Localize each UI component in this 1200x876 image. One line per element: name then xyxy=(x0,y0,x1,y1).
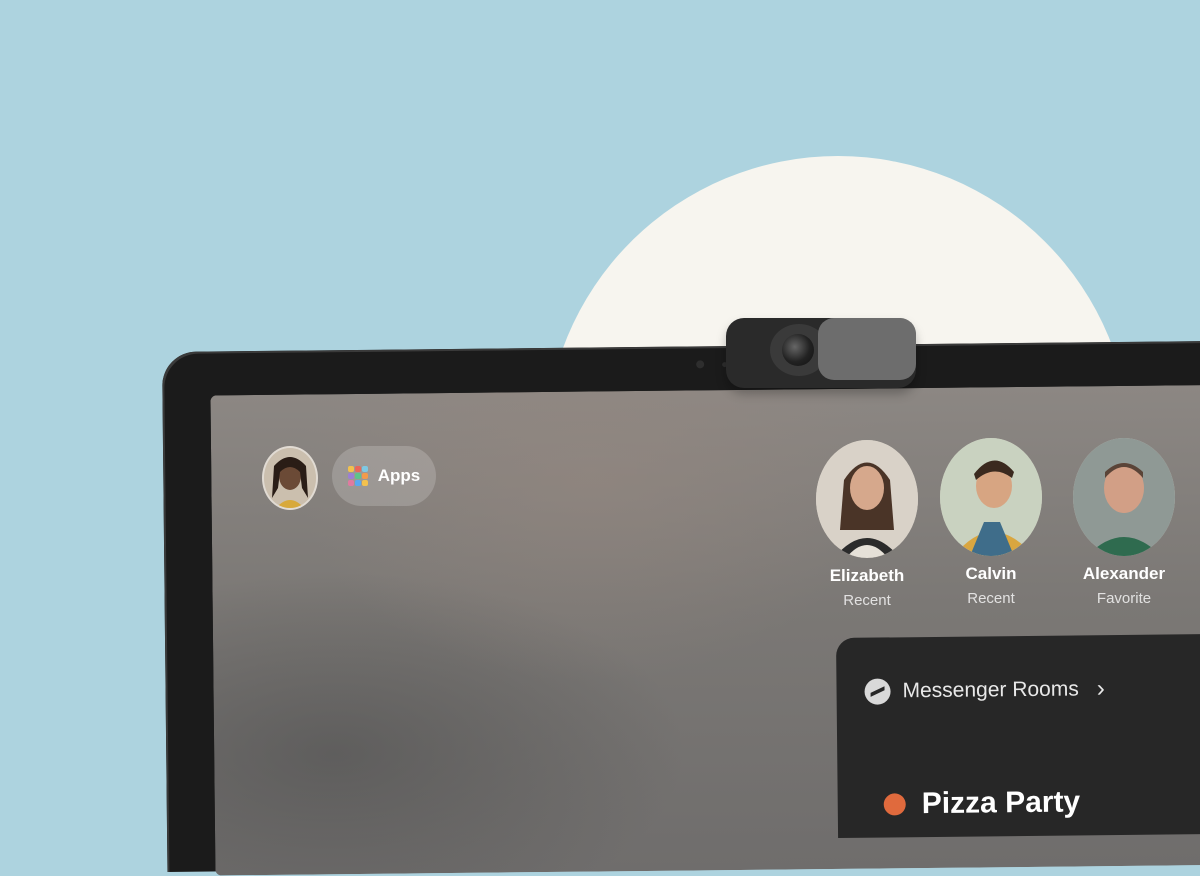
contact-status: Recent xyxy=(967,590,1015,607)
sensor-dot xyxy=(696,360,705,369)
contact-status: Favorite xyxy=(1096,590,1152,607)
contact-card[interactable]: Alexander Favorite xyxy=(1064,438,1184,607)
contact-photo xyxy=(1073,438,1175,556)
pizza-icon xyxy=(883,793,906,816)
apps-button[interactable]: Apps xyxy=(332,446,436,506)
chevron-right-icon: › xyxy=(1096,675,1105,703)
contact-status: Recent xyxy=(843,592,891,609)
contact-name: Alexander xyxy=(1082,564,1166,583)
privacy-shutter[interactable] xyxy=(818,318,916,380)
contact-name: Elizabeth xyxy=(829,566,905,585)
contact-photo xyxy=(940,438,1042,556)
webcam xyxy=(726,318,916,388)
apps-grid-icon xyxy=(347,466,368,486)
room-name: Pizza Party xyxy=(921,785,1081,821)
contact-card[interactable]: Elizabeth Recent xyxy=(807,440,927,609)
camera-lens xyxy=(782,334,814,366)
messenger-icon xyxy=(864,678,891,705)
apps-label: Apps xyxy=(377,466,421,485)
contact-photo xyxy=(816,440,918,558)
rooms-title: Messenger Rooms xyxy=(902,677,1079,703)
profile-avatar[interactable] xyxy=(262,446,318,510)
messenger-rooms-card[interactable]: Messenger Rooms › Pizza Party xyxy=(836,633,1200,838)
contact-name: Calvin xyxy=(965,564,1017,583)
rooms-header[interactable]: Messenger Rooms › xyxy=(864,675,1105,706)
contact-card[interactable]: Calvin Recent xyxy=(931,438,1051,607)
